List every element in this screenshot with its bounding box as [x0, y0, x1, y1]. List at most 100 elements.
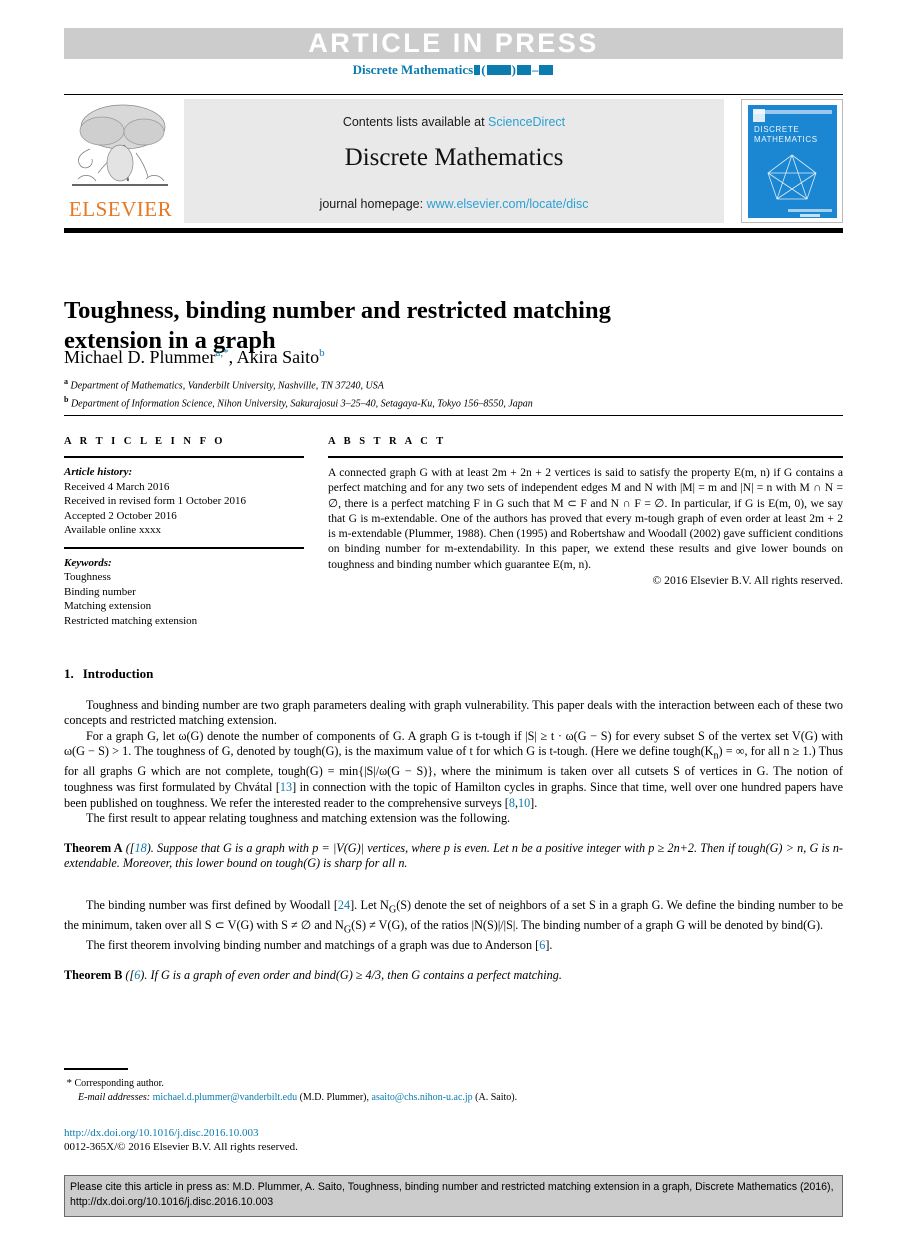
- author-1: Michael D. Plummer: [64, 347, 216, 367]
- email-name-plummer: (M.D. Plummer),: [299, 1092, 370, 1103]
- placeholder-block-pageend: [539, 65, 554, 75]
- journal-title: Discrete Mathematics: [344, 144, 564, 171]
- email-link-saito[interactable]: asaito@chs.nihon-u.ac.jp: [372, 1092, 473, 1103]
- paragraph-part: The first theorem involving binding numb…: [86, 938, 540, 953]
- article-info-section: A R T I C L E I N F O Article history: R…: [64, 436, 304, 628]
- affiliation-a-marker: a: [64, 377, 68, 386]
- contents-available-line: Contents lists available at ScienceDirec…: [184, 115, 724, 129]
- masthead-bottom-rule: [64, 228, 843, 233]
- cover-journal-name-line2: MATHEMATICS: [754, 135, 818, 144]
- article-info-rule: [64, 456, 304, 458]
- placeholder-block-volume: [474, 65, 481, 75]
- paragraph-part: The binding number was first defined by …: [86, 898, 338, 913]
- footnote-block: * Corresponding author. E-mail addresses…: [64, 1076, 843, 1105]
- abstract-text: A connected graph G with at least 2m + 2…: [328, 466, 843, 571]
- citation-link-18[interactable]: 18: [135, 841, 147, 855]
- section-title: Introduction: [82, 666, 154, 681]
- corresponding-author-text: Corresponding author.: [74, 1078, 164, 1089]
- issn-copyright-line: 0012-365X/© 2016 Elsevier B.V. All right…: [64, 1141, 298, 1153]
- email-label: E-mail addresses:: [78, 1092, 151, 1103]
- cover-issue-line: [754, 110, 832, 114]
- article-history-label: Article history:: [64, 466, 133, 478]
- title-block-rule: [64, 415, 843, 416]
- section-number: 1.: [64, 666, 74, 681]
- theorem-b-text: ). If G is a graph of even order and bin…: [140, 967, 562, 982]
- sciencedirect-link[interactable]: ScienceDirect: [488, 115, 565, 129]
- theorem-a-label: Theorem A: [64, 840, 123, 855]
- elsevier-logo: ELSEVIER: [64, 99, 177, 223]
- journal-cover-art: DISCRETE MATHEMATICS: [748, 105, 837, 218]
- abstract-copyright: © 2016 Elsevier B.V. All rights reserved…: [652, 574, 843, 588]
- keyword-item: Matching extension: [64, 600, 152, 612]
- history-item: Available online xxxx: [64, 524, 161, 536]
- cover-footer-line: [788, 209, 832, 212]
- article-body: 1. Introduction Toughness and binding num…: [64, 666, 843, 996]
- paragraph-part: ].: [530, 795, 538, 810]
- paragraph-part: (S) ≠ V(G), of the ratios |N(S)|/|S|. Th…: [351, 918, 824, 933]
- placeholder-block-pagestart: [516, 65, 531, 75]
- paragraph: The first result to appear relating toug…: [86, 811, 511, 826]
- author-2-affiliation-marker[interactable]: b: [319, 347, 325, 359]
- corresponding-author-marker: *: [66, 1077, 73, 1089]
- theorem-a: Theorem A ([18). Suppose that G is a gra…: [64, 840, 843, 871]
- citation-link-8[interactable]: 8: [509, 796, 515, 810]
- affiliation-a: a Department of Mathematics, Vanderbilt …: [64, 375, 843, 393]
- theorem-a-text: ). Suppose that G is a graph with p = |V…: [64, 840, 843, 871]
- journal-homepage-label: journal homepage:: [319, 197, 427, 211]
- keyword-item: Binding number: [64, 585, 136, 598]
- affiliation-b-marker: b: [64, 394, 69, 404]
- email-note: E-mail addresses: michael.d.plummer@vand…: [64, 1091, 843, 1105]
- paragraph: For a graph G, let ω(G) denote the numbe…: [64, 728, 844, 810]
- author-2: , Akira Saito: [228, 347, 320, 367]
- journal-masthead: ELSEVIER Contents lists available at Sci…: [64, 99, 843, 223]
- doi-line: http://dx.doi.org/10.1016/j.disc.2016.10…: [64, 1126, 843, 1140]
- running-head-journal-name: Discrete Mathematics: [352, 62, 474, 77]
- paragraph: The binding number was first defined by …: [64, 898, 843, 938]
- article-in-press-label: ARTICLE IN PRESS: [308, 28, 599, 58]
- history-item: Accepted 2 October 2016: [64, 509, 177, 522]
- article-in-press-banner: ARTICLE IN PRESS: [64, 28, 843, 59]
- cite-this-article-text: Please cite this article in press as: M.…: [70, 1181, 834, 1208]
- corresponding-author-note: * Corresponding author.: [64, 1076, 843, 1091]
- affiliation-b-text: Department of Information Science, Nihon…: [70, 398, 533, 410]
- author-1-affiliation-marker[interactable]: a,*: [215, 347, 228, 359]
- doi-link[interactable]: http://dx.doi.org/10.1016/j.disc.2016.10…: [64, 1127, 258, 1139]
- masthead-top-rule: [64, 94, 843, 95]
- citation-link-13[interactable]: 13: [280, 780, 292, 794]
- journal-cover-thumbnail: DISCRETE MATHEMATICS: [741, 99, 843, 223]
- email-link-plummer[interactable]: michael.d.plummer@vanderbilt.edu: [153, 1092, 297, 1103]
- author-list: Michael D. Plummera,*, Akira Saitob: [64, 347, 764, 368]
- keywords-list: Keywords: Toughness Binding number Match…: [64, 556, 304, 629]
- cover-journal-name: DISCRETE MATHEMATICS: [754, 125, 834, 145]
- running-head-journal: Discrete Mathematics() –: [64, 62, 843, 78]
- cite-this-article-box: Please cite this article in press as: M.…: [64, 1175, 843, 1217]
- pentagram-graph-icon: [767, 154, 817, 200]
- citation-link-10[interactable]: 10: [518, 796, 530, 810]
- abstract-section: A B S T R A C T A connected graph G with…: [328, 436, 843, 588]
- theorem-b: Theorem B ([6). If G is a graph of even …: [64, 967, 562, 982]
- elsevier-wordmark: ELSEVIER: [68, 197, 173, 221]
- tree-drawing-icon: [72, 104, 168, 186]
- paper-page: ARTICLE IN PRESS Discrete Mathematics() –: [0, 0, 907, 1238]
- footnote-rule: [64, 1068, 128, 1070]
- paragraph: The first theorem involving binding numb…: [64, 938, 843, 954]
- keywords-label: Keywords:: [64, 556, 112, 569]
- section-heading-introduction: 1. Introduction: [64, 666, 843, 682]
- cover-journal-name-line1: DISCRETE: [754, 125, 800, 134]
- contents-panel: Contents lists available at ScienceDirec…: [184, 99, 724, 223]
- affiliation-b: b Department of Information Science, Nih…: [64, 393, 843, 411]
- elsevier-tree-icon: [68, 101, 172, 193]
- paragraph-part: ].: [545, 938, 553, 953]
- journal-homepage-line: journal homepage: www.elsevier.com/locat…: [184, 197, 724, 211]
- abstract-heading: A B S T R A C T: [328, 436, 447, 447]
- article-history: Article history: Received 4 March 2016 R…: [64, 465, 304, 538]
- theorem-b-label: Theorem B: [64, 967, 123, 982]
- email-name-saito: (A. Saito).: [475, 1092, 518, 1103]
- journal-homepage-link[interactable]: www.elsevier.com/locate/disc: [427, 197, 589, 211]
- history-item: Received in revised form 1 October 2016: [64, 495, 247, 507]
- keyword-item: Toughness: [64, 571, 111, 583]
- affiliations: a Department of Mathematics, Vanderbilt …: [64, 375, 843, 411]
- citation-link-24[interactable]: 24: [338, 898, 350, 912]
- affiliation-a-text: Department of Mathematics, Vanderbilt Un…: [70, 380, 384, 392]
